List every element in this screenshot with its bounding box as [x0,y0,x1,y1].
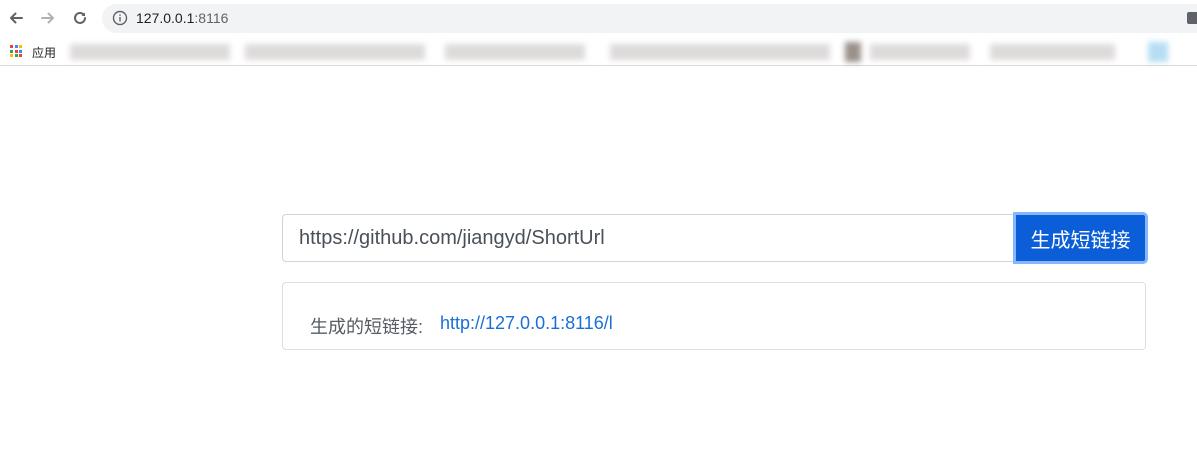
reload-icon [74,11,86,24]
short-link[interactable]: http://127.0.0.1:8116/l [440,313,613,334]
back-arrow-icon [10,12,23,24]
blurred-bookmark[interactable] [845,42,861,62]
reload-button[interactable] [69,7,91,29]
address-host: 127.0.0.1 [136,10,195,26]
blurred-bookmark[interactable] [445,44,585,60]
long-url-input[interactable] [282,214,1013,262]
blurred-bookmark[interactable] [1148,42,1168,62]
result-label: 生成的短链接: [310,317,424,337]
bookmark-apps[interactable]: 应用 [32,44,56,61]
blurred-bookmark[interactable] [870,44,970,60]
extension-icon[interactable] [1187,12,1197,24]
address-url: 127.0.0.1:8116 [136,10,228,26]
generate-short-link-button[interactable]: 生成短链接 [1013,212,1148,264]
blurred-bookmark[interactable] [245,44,425,60]
address-port: :8116 [194,10,229,26]
forward-arrow-icon [41,12,54,24]
blurred-bookmark[interactable] [610,44,830,60]
address-bar[interactable]: 127.0.0.1:8116 [102,4,1197,33]
back-button[interactable] [5,7,27,29]
apps-grid-icon[interactable] [10,45,22,57]
info-icon[interactable] [112,10,128,26]
bookmarks-bar: 应用 [0,38,1197,66]
blurred-bookmark[interactable] [990,44,1115,60]
browser-toolbar: 127.0.0.1:8116 [0,0,1197,38]
result-card: 生成的短链接: http://127.0.0.1:8116/l [282,282,1146,350]
blurred-bookmark[interactable] [70,44,230,60]
forward-button[interactable] [37,7,59,29]
